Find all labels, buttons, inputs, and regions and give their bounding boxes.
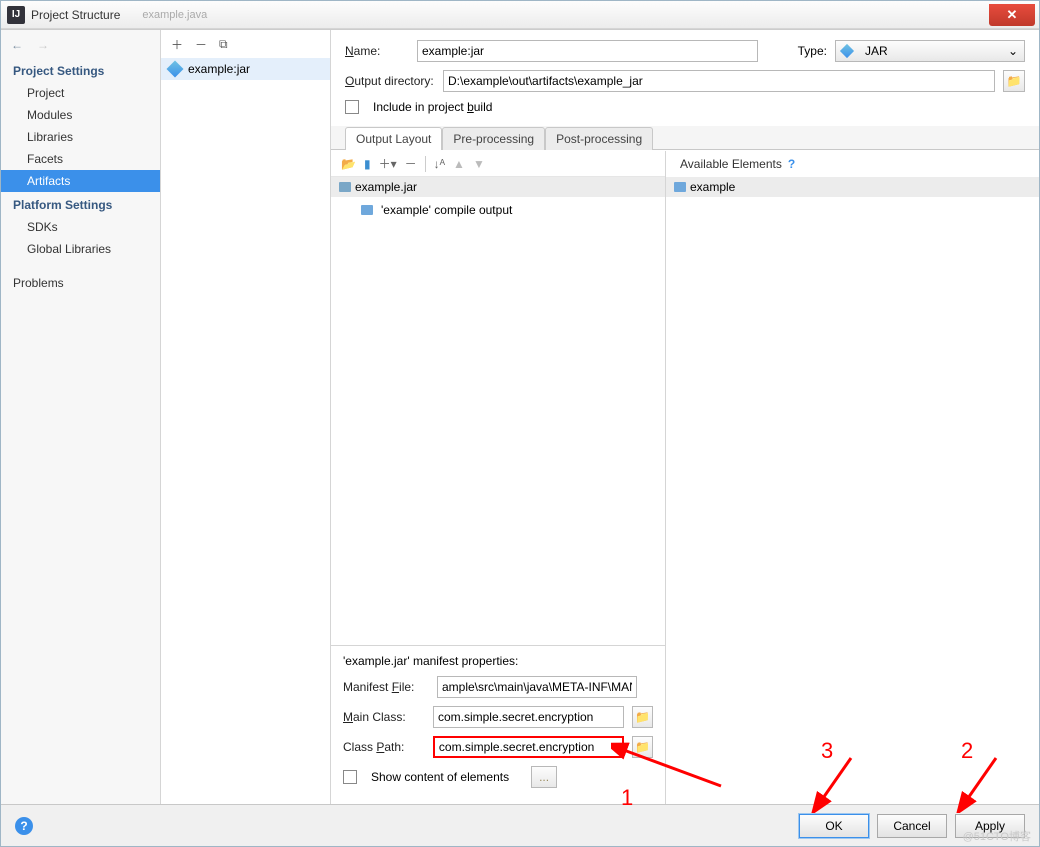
- artifact-detail-panel: Name: Type: JAR ⌄ Output directory: 📁: [331, 30, 1039, 804]
- class-path-input[interactable]: [433, 736, 624, 758]
- copy-icon[interactable]: ⧉: [219, 37, 228, 52]
- tree-item-compile-output[interactable]: 'example' compile output: [331, 201, 665, 219]
- nav-item-libraries[interactable]: Libraries: [1, 126, 160, 148]
- tab-post-processing[interactable]: Post-processing: [545, 127, 653, 150]
- output-layout-tree-panel: 📂 ▮ ＋▾ － ↓ᴬ ▲ ▼ example.jar: [331, 151, 666, 804]
- artifact-toolbar: ＋ － ⧉: [161, 30, 330, 58]
- manifest-heading: 'example.jar' manifest properties:: [343, 654, 653, 668]
- dialog-button-bar: ? OK Cancel Apply: [1, 804, 1039, 846]
- show-content-ellipsis-button[interactable]: ...: [531, 766, 557, 788]
- new-archive-icon[interactable]: ▮: [364, 157, 371, 171]
- new-folder-icon[interactable]: 📂: [341, 157, 356, 171]
- browse-outdir-button[interactable]: 📁: [1003, 70, 1025, 92]
- help-button[interactable]: ?: [15, 817, 33, 835]
- available-element-item[interactable]: example: [666, 177, 1039, 197]
- forward-icon[interactable]: →: [37, 38, 49, 52]
- remove-icon[interactable]: －: [195, 36, 207, 53]
- editor-tab-ghost: example.java: [132, 7, 217, 23]
- nav-item-artifacts[interactable]: Artifacts: [1, 170, 160, 192]
- manifest-panel: 'example.jar' manifest properties: Manif…: [331, 645, 665, 804]
- module-output-icon: [361, 205, 373, 215]
- class-path-label: Class Path:: [343, 740, 425, 754]
- titlebar: IJ Project Structure example.java ✕: [1, 1, 1039, 29]
- artifact-list-panel: ＋ － ⧉ example:jar: [161, 30, 331, 804]
- main-class-label: Main Class:: [343, 710, 425, 724]
- ok-button[interactable]: OK: [799, 814, 869, 838]
- manifest-file-label: Manifest File:: [343, 680, 429, 694]
- nav-item-modules[interactable]: Modules: [1, 104, 160, 126]
- type-dropdown[interactable]: JAR ⌄: [835, 40, 1025, 62]
- chevron-down-icon: ⌄: [1008, 44, 1018, 58]
- back-icon[interactable]: ←: [11, 38, 23, 52]
- cancel-button[interactable]: Cancel: [877, 814, 947, 838]
- nav-item-problems[interactable]: Problems: [1, 272, 160, 294]
- add-copy-icon[interactable]: ＋▾: [379, 155, 397, 172]
- nav-heading-platform-settings: Platform Settings: [1, 192, 160, 216]
- left-nav: ← → Project Settings Project Modules Lib…: [1, 30, 161, 804]
- window-title: Project Structure: [31, 8, 120, 22]
- include-build-checkbox[interactable]: [345, 100, 359, 114]
- outdir-input[interactable]: [443, 70, 995, 92]
- move-down-icon[interactable]: ▼: [473, 157, 485, 171]
- app-icon: IJ: [7, 6, 25, 24]
- nav-item-sdks[interactable]: SDKs: [1, 216, 160, 238]
- browse-class-path-button[interactable]: 📁: [632, 736, 653, 758]
- artifact-name: example:jar: [188, 62, 250, 76]
- help-icon[interactable]: ?: [788, 157, 795, 171]
- artifact-tabs: Output Layout Pre-processing Post-proces…: [331, 126, 1039, 150]
- name-label: Name:: [345, 44, 409, 58]
- name-input[interactable]: [417, 40, 758, 62]
- type-label: Type:: [798, 44, 827, 58]
- nav-heading-project-settings: Project Settings: [1, 58, 160, 82]
- main-class-input[interactable]: [433, 706, 624, 728]
- move-up-icon[interactable]: ▲: [453, 157, 465, 171]
- show-content-label: Show content of elements: [371, 770, 509, 784]
- available-elements-panel: Available Elements ? example: [666, 151, 1039, 804]
- tree-root[interactable]: example.jar: [331, 177, 665, 197]
- module-icon: [674, 182, 686, 192]
- remove-item-icon[interactable]: －: [405, 155, 417, 172]
- tree-root-label: example.jar: [355, 180, 417, 194]
- nav-item-global-libraries[interactable]: Global Libraries: [1, 238, 160, 260]
- artifact-icon: [167, 61, 184, 78]
- nav-item-facets[interactable]: Facets: [1, 148, 160, 170]
- manifest-file-input[interactable]: [437, 676, 637, 698]
- add-icon[interactable]: ＋: [171, 36, 183, 53]
- available-elements-heading: Available Elements ?: [666, 151, 1039, 177]
- browse-main-class-button[interactable]: 📁: [632, 706, 653, 728]
- include-build-label: Include in project build: [373, 100, 492, 114]
- outdir-label: Output directory:: [345, 74, 435, 88]
- show-content-checkbox[interactable]: [343, 770, 357, 784]
- tab-output-layout[interactable]: Output Layout: [345, 127, 442, 150]
- archive-icon: [339, 182, 351, 192]
- nav-history: ← →: [1, 38, 160, 58]
- close-button[interactable]: ✕: [989, 4, 1035, 26]
- tab-pre-processing[interactable]: Pre-processing: [442, 127, 545, 150]
- layout-toolbar: 📂 ▮ ＋▾ － ↓ᴬ ▲ ▼: [331, 151, 665, 177]
- nav-item-project[interactable]: Project: [1, 82, 160, 104]
- artifact-list-item[interactable]: example:jar: [161, 58, 330, 80]
- sort-icon[interactable]: ↓ᴬ: [434, 157, 445, 171]
- watermark: @51CTO博客: [963, 828, 1031, 844]
